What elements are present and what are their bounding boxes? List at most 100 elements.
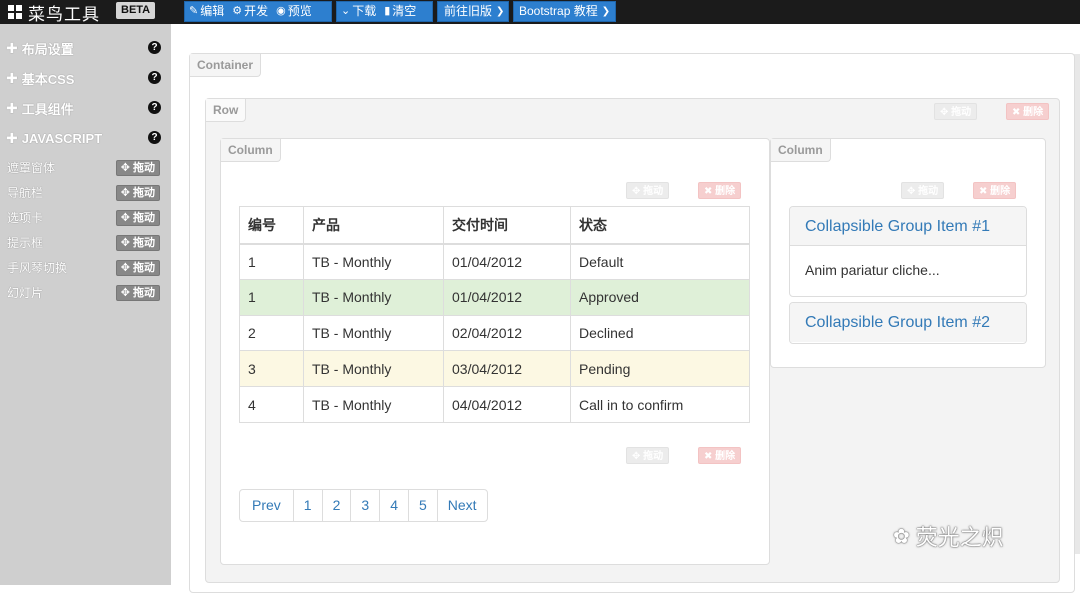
column-box[interactable]: Column ✥ 拖动 ✖ 删除 Collapsible Group Item … — [770, 138, 1046, 368]
table-row: 1 TB - Monthly 01/04/2012 Default — [239, 243, 750, 280]
column-header: 状态 — [570, 206, 750, 245]
drag-handle[interactable]: ✥ 拖动 — [115, 234, 160, 251]
pagination-next[interactable]: Next — [436, 490, 487, 521]
edit-toolbar-group: ✎ 编辑 ⚙ 开发 ◉ 预览 — [184, 1, 332, 22]
sidebar-item-accordion[interactable]: 手风琴切换 ✥ 拖动 — [0, 255, 171, 280]
plus-icon: ✚ — [6, 39, 18, 56]
table-cell: 4 — [239, 386, 304, 423]
component-delete-button[interactable]: ✖ 删除 — [698, 447, 742, 464]
sidebar-item-carousel[interactable]: 幻灯片 ✥ 拖动 — [0, 280, 171, 305]
wrench-icon: ⚙ — [232, 5, 243, 17]
accordion-heading[interactable]: Collapsible Group Item #2 — [790, 303, 1026, 342]
row-drag-button[interactable]: ✥ 拖动 — [934, 103, 978, 120]
table-row: 1 TB - Monthly 01/04/2012 Approved — [239, 278, 750, 316]
bootstrap-tutorial-button[interactable]: Bootstrap 教程 ❯ — [513, 1, 616, 22]
table-cell: Default — [570, 243, 750, 280]
column-delete-button[interactable]: ✖ 删除 — [698, 182, 742, 199]
plus-icon: ✚ — [6, 69, 18, 86]
eye-icon: ◉ — [276, 5, 286, 17]
table-cell: 04/04/2012 — [443, 386, 571, 423]
column-tag: Column — [221, 139, 281, 162]
table-row: 3 TB - Monthly 03/04/2012 Pending — [239, 350, 750, 388]
pagination: Prev 1 2 3 4 5 Next — [239, 489, 488, 522]
accordion-body: Anim pariatur cliche... — [805, 262, 940, 278]
sidebar-section-layout[interactable]: ✚ 布局设置 ? — [0, 34, 171, 62]
help-icon[interactable]: ? — [148, 131, 161, 144]
develop-button[interactable]: ⚙ 开发 — [228, 2, 272, 21]
table-cell: 2 — [239, 314, 304, 352]
table-row: 2 TB - Monthly 02/04/2012 Declined — [239, 314, 750, 352]
pagination-page[interactable]: 1 — [292, 490, 322, 521]
drag-handle[interactable]: ✥ 拖动 — [115, 184, 160, 201]
plus-icon: ✚ — [6, 99, 18, 116]
trash-icon: ▮ — [384, 5, 391, 17]
table-cell: 1 — [239, 243, 304, 280]
column-delete-button[interactable]: ✖ 删除 — [973, 182, 1017, 199]
container-box[interactable]: Container Row ✥ 拖动 ✖ 删除 Column ✥ 拖动 ✖ 删除… — [189, 53, 1075, 593]
top-bar: 菜鸟工具 BETA ✎ 编辑 ⚙ 开发 ◉ 预览 ⌄ 下载 ▮ 清空 前往旧版 ❯ Boot… — [0, 0, 1080, 25]
row-delete-button[interactable]: ✖ 删除 — [1006, 103, 1050, 120]
plus-icon: ✚ — [6, 129, 18, 146]
app-title: 菜鸟工具 — [28, 4, 100, 25]
table-cell: Call in to confirm — [570, 386, 750, 423]
chevron-down-icon: ⌄ — [341, 5, 351, 17]
table-cell: TB - Monthly — [303, 386, 444, 423]
sidebar-section-components[interactable]: ✚ 工具组件 ? — [0, 94, 171, 122]
help-icon[interactable]: ? — [148, 41, 161, 54]
download-button[interactable]: ⌄ 下载 — [337, 2, 380, 21]
table-row: 4 TB - Monthly 04/04/2012 Call in to con… — [239, 386, 750, 423]
chevron-right-icon: ❯ — [601, 6, 611, 17]
table-cell: TB - Monthly — [303, 243, 444, 280]
table-cell: 3 — [239, 350, 304, 388]
table-cell: 02/04/2012 — [443, 314, 571, 352]
row-tag: Row — [206, 99, 247, 122]
table-cell: TB - Monthly — [303, 278, 444, 316]
accordion-panel: Collapsible Group Item #2 — [789, 302, 1027, 344]
file-toolbar-group: ⌄ 下载 ▮ 清空 — [336, 1, 433, 22]
accordion-panel: Collapsible Group Item #1 Anim pariatur … — [789, 206, 1027, 297]
column-header: 产品 — [303, 206, 444, 245]
column-header: 编号 — [239, 206, 304, 245]
row-box[interactable]: Row ✥ 拖动 ✖ 删除 Column ✥ 拖动 ✖ 删除 编号 产品 交付时… — [205, 98, 1060, 583]
drag-handle[interactable]: ✥ 拖动 — [115, 159, 160, 176]
pagination-page[interactable]: 2 — [321, 490, 351, 521]
table-cell: 01/04/2012 — [443, 243, 571, 280]
sidebar-section-css[interactable]: ✚ 基本CSS ? — [0, 64, 171, 92]
sidebar-item-navbar[interactable]: 导航栏 ✥ 拖动 — [0, 180, 171, 205]
brand[interactable]: 菜鸟工具 — [8, 0, 100, 25]
accordion-heading[interactable]: Collapsible Group Item #1 — [790, 207, 1026, 246]
drag-handle[interactable]: ✥ 拖动 — [115, 209, 160, 226]
help-icon[interactable]: ? — [148, 71, 161, 84]
sidebar-item-modal[interactable]: 遮罩窗体 ✥ 拖动 — [0, 155, 171, 180]
component-drag-button[interactable]: ✥ 拖动 — [626, 447, 670, 464]
pagination-page[interactable]: 3 — [350, 490, 379, 521]
table-cell: Pending — [570, 350, 750, 388]
column-tag: Column — [771, 139, 831, 162]
preview-button[interactable]: ◉ 预览 — [272, 2, 316, 21]
table-cell: 1 — [239, 278, 304, 316]
beta-badge: BETA — [116, 2, 156, 19]
help-icon[interactable]: ? — [148, 101, 161, 114]
clear-button[interactable]: ▮ 清空 — [380, 2, 420, 21]
sidebar-item-tooltip[interactable]: 提示框 ✥ 拖动 — [0, 230, 171, 255]
pagination-page[interactable]: 5 — [407, 490, 437, 521]
pagination-prev[interactable]: Prev — [240, 490, 293, 521]
edit-button[interactable]: ✎ 编辑 — [185, 2, 228, 21]
column-box[interactable]: Column ✥ 拖动 ✖ 删除 编号 产品 交付时间 状态 1 TB - Mo… — [220, 138, 770, 565]
table-cell: Approved — [570, 278, 750, 316]
old-version-button[interactable]: 前往旧版 ❯ — [437, 1, 509, 22]
table-cell: TB - Monthly — [303, 350, 444, 388]
watermark: ✿ 荧光之炽 — [893, 525, 1004, 550]
drag-handle[interactable]: ✥ 拖动 — [115, 259, 160, 276]
sidebar-section-javascript[interactable]: ✚ JAVASCRIPT ? — [0, 124, 171, 152]
table-cell: Declined — [570, 314, 750, 352]
column-drag-button[interactable]: ✥ 拖动 — [626, 182, 670, 199]
drag-handle[interactable]: ✥ 拖动 — [115, 284, 160, 301]
edit-icon: ✎ — [189, 5, 199, 17]
container-tag: Container — [190, 54, 262, 77]
pagination-page[interactable]: 4 — [379, 490, 408, 521]
sidebar: ✚ 布局设置 ? ✚ 基本CSS ? ✚ 工具组件 ? ✚ JAVASCRIPT ? 遮… — [0, 24, 171, 585]
column-drag-button[interactable]: ✥ 拖动 — [901, 182, 945, 199]
sidebar-item-tabs[interactable]: 选项卡 ✥ 拖动 — [0, 205, 171, 230]
table-header-row: 编号 产品 交付时间 状态 — [239, 206, 750, 245]
